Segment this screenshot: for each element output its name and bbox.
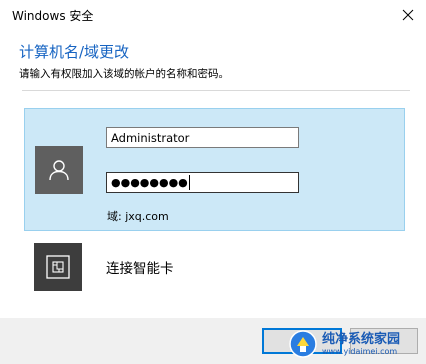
watermark-url: www.yidaimei.com xyxy=(322,346,398,356)
dialog-instructions: 请输入有权限加入该域的帐户的名称和密码。 xyxy=(19,68,229,80)
window-title: Windows 安全 xyxy=(12,9,94,23)
watermark-logo-icon xyxy=(289,330,317,358)
close-button[interactable] xyxy=(390,0,426,30)
username-input[interactable] xyxy=(106,127,299,148)
windows-security-dialog: Windows 安全 计算机名/域更改 请输入有权限加入该域的帐户的名称和密码。… xyxy=(0,0,426,364)
credential-tile[interactable]: ●●●●●●●● 域: jxq.com xyxy=(24,108,405,231)
site-watermark: 纯净系统家园 www.yidaimei.com xyxy=(288,326,424,362)
smartcard-tile xyxy=(34,243,82,291)
text-caret xyxy=(188,175,190,190)
dialog-heading: 计算机名/域更改 xyxy=(19,43,130,61)
watermark-title: 纯净系统家园 xyxy=(322,331,401,347)
user-icon xyxy=(49,160,69,181)
domain-label: 域: jxq.com xyxy=(107,210,169,223)
smartcard-icon xyxy=(46,255,70,279)
user-avatar xyxy=(35,146,83,194)
password-input[interactable]: ●●●●●●●● xyxy=(106,172,299,193)
close-icon xyxy=(402,9,414,21)
header-divider xyxy=(22,90,410,91)
title-bar: Windows 安全 xyxy=(0,0,426,30)
password-mask: ●●●●●●●● xyxy=(111,176,188,189)
smartcard-option[interactable]: 连接智能卡 xyxy=(24,240,405,292)
smartcard-label: 连接智能卡 xyxy=(106,261,174,277)
